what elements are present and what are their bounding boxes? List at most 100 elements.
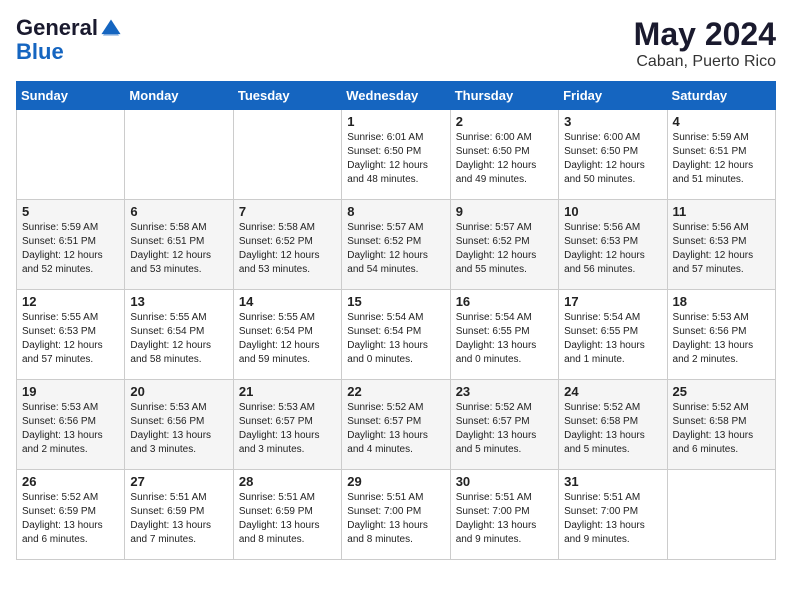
calendar-cell: 3 Sunrise: 6:00 AMSunset: 6:50 PMDaylight… <box>559 110 667 200</box>
calendar-cell: 15 Sunrise: 5:54 AMSunset: 6:54 PMDayligh… <box>342 290 450 380</box>
calendar-cell: 20Sunrise: 5:53 AMSunset: 6:56 PMDayligh… <box>125 380 233 470</box>
calendar-header-row: SundayMondayTuesdayWednesdayThursdayFrid… <box>17 82 776 110</box>
day-info: Sunrise: 6:00 AMSunset: 6:50 PMDaylight:… <box>564 131 661 187</box>
day-number: 13 <box>130 294 227 309</box>
calendar-cell: 5 Sunrise: 5:59 AMSunset: 6:51 PMDaylight… <box>17 200 125 290</box>
day-number: 27 <box>130 474 227 489</box>
calendar-cell: 6 Sunrise: 5:58 AMSunset: 6:51 PMDaylight… <box>125 200 233 290</box>
logo-blue: Blue <box>16 40 124 64</box>
header-tuesday: Tuesday <box>233 82 341 110</box>
day-number: 4 <box>673 114 770 129</box>
calendar-cell: 2Sunrise: 6:00 AMSunset: 6:50 PMDaylight… <box>450 110 558 200</box>
day-number: 6 <box>130 204 227 219</box>
calendar-week-3: 12Sunrise: 5:55 AMSunset: 6:53 PMDayligh… <box>17 290 776 380</box>
day-number: 9 <box>456 204 553 219</box>
calendar-cell: 25 Sunrise: 5:52 AMSunset: 6:58 PMDayligh… <box>667 380 775 470</box>
calendar-cell: 24 Sunrise: 5:52 AMSunset: 6:58 PMDayligh… <box>559 380 667 470</box>
calendar-cell: 7Sunrise: 5:58 AMSunset: 6:52 PMDaylight… <box>233 200 341 290</box>
calendar-cell <box>233 110 341 200</box>
calendar-cell: 30 Sunrise: 5:51 AMSunset: 7:00 PMDayligh… <box>450 470 558 560</box>
day-number: 10 <box>564 204 661 219</box>
day-info: Sunrise: 5:58 AMSunset: 6:52 PMDaylight:… <box>239 221 336 277</box>
header-thursday: Thursday <box>450 82 558 110</box>
day-info: Sunrise: 5:51 AMSunset: 6:59 PMDaylight:… <box>130 491 227 547</box>
location-subtitle: Caban, Puerto Rico <box>634 53 776 71</box>
calendar-week-1: 1 Sunrise: 6:01 AMSunset: 6:50 PMDaylight… <box>17 110 776 200</box>
calendar-table: SundayMondayTuesdayWednesdayThursdayFrid… <box>16 81 776 560</box>
day-number: 28 <box>239 474 336 489</box>
calendar-cell: 23 Sunrise: 5:52 AMSunset: 6:57 PMDayligh… <box>450 380 558 470</box>
day-number: 29 <box>347 474 444 489</box>
calendar-cell: 14Sunrise: 5:55 AMSunset: 6:54 PMDayligh… <box>233 290 341 380</box>
day-number: 26 <box>22 474 119 489</box>
calendar-cell: 28Sunrise: 5:51 AMSunset: 6:59 PMDayligh… <box>233 470 341 560</box>
calendar-cell: 16 Sunrise: 5:54 AMSunset: 6:55 PMDayligh… <box>450 290 558 380</box>
day-info: Sunrise: 5:55 AMSunset: 6:53 PMDaylight:… <box>22 311 119 367</box>
calendar-cell: 11Sunrise: 5:56 AMSunset: 6:53 PMDayligh… <box>667 200 775 290</box>
calendar-cell: 31Sunrise: 5:51 AMSunset: 7:00 PMDayligh… <box>559 470 667 560</box>
header-wednesday: Wednesday <box>342 82 450 110</box>
day-info: Sunrise: 5:51 AMSunset: 7:00 PMDaylight:… <box>456 491 553 547</box>
day-info: Sunrise: 5:52 AMSunset: 6:58 PMDaylight:… <box>673 401 770 457</box>
day-number: 5 <box>22 204 119 219</box>
day-info: Sunrise: 6:01 AMSunset: 6:50 PMDaylight:… <box>347 131 444 187</box>
day-info: Sunrise: 5:52 AMSunset: 6:58 PMDaylight:… <box>564 401 661 457</box>
day-info: Sunrise: 5:52 AMSunset: 6:57 PMDaylight:… <box>456 401 553 457</box>
day-info: Sunrise: 5:52 AMSunset: 6:59 PMDaylight:… <box>22 491 119 547</box>
calendar-week-5: 26 Sunrise: 5:52 AMSunset: 6:59 PMDayligh… <box>17 470 776 560</box>
header-monday: Monday <box>125 82 233 110</box>
day-number: 25 <box>673 384 770 399</box>
day-info: Sunrise: 5:54 AMSunset: 6:54 PMDaylight:… <box>347 311 444 367</box>
day-number: 30 <box>456 474 553 489</box>
calendar-cell: 27 Sunrise: 5:51 AMSunset: 6:59 PMDayligh… <box>125 470 233 560</box>
logo-text: General <box>16 15 124 40</box>
day-info: Sunrise: 5:55 AMSunset: 6:54 PMDaylight:… <box>130 311 227 367</box>
day-info: Sunrise: 5:51 AMSunset: 7:00 PMDaylight:… <box>347 491 444 547</box>
day-number: 22 <box>347 384 444 399</box>
day-info: Sunrise: 5:57 AMSunset: 6:52 PMDaylight:… <box>347 221 444 277</box>
calendar-cell <box>125 110 233 200</box>
calendar-cell: 4 Sunrise: 5:59 AMSunset: 6:51 PMDaylight… <box>667 110 775 200</box>
calendar-cell: 18Sunrise: 5:53 AMSunset: 6:56 PMDayligh… <box>667 290 775 380</box>
day-number: 2 <box>456 114 553 129</box>
day-number: 11 <box>673 204 770 219</box>
day-info: Sunrise: 5:59 AMSunset: 6:51 PMDaylight:… <box>22 221 119 277</box>
day-info: Sunrise: 5:58 AMSunset: 6:51 PMDaylight:… <box>130 221 227 277</box>
calendar-cell: 10Sunrise: 5:56 AMSunset: 6:53 PMDayligh… <box>559 200 667 290</box>
day-info: Sunrise: 5:57 AMSunset: 6:52 PMDaylight:… <box>456 221 553 277</box>
day-number: 20 <box>130 384 227 399</box>
day-info: Sunrise: 5:53 AMSunset: 6:56 PMDaylight:… <box>673 311 770 367</box>
day-number: 19 <box>22 384 119 399</box>
title-block: May 2024 Caban, Puerto Rico <box>634 16 776 71</box>
day-number: 3 <box>564 114 661 129</box>
day-info: Sunrise: 5:54 AMSunset: 6:55 PMDaylight:… <box>564 311 661 367</box>
calendar-week-2: 5 Sunrise: 5:59 AMSunset: 6:51 PMDaylight… <box>17 200 776 290</box>
day-info: Sunrise: 5:54 AMSunset: 6:55 PMDaylight:… <box>456 311 553 367</box>
calendar-cell: 19Sunrise: 5:53 AMSunset: 6:56 PMDayligh… <box>17 380 125 470</box>
day-number: 17 <box>564 294 661 309</box>
calendar-cell: 29 Sunrise: 5:51 AMSunset: 7:00 PMDayligh… <box>342 470 450 560</box>
day-number: 15 <box>347 294 444 309</box>
day-info: Sunrise: 5:59 AMSunset: 6:51 PMDaylight:… <box>673 131 770 187</box>
header-saturday: Saturday <box>667 82 775 110</box>
logo: General Blue <box>16 16 124 64</box>
calendar-cell: 1 Sunrise: 6:01 AMSunset: 6:50 PMDaylight… <box>342 110 450 200</box>
calendar-cell: 9 Sunrise: 5:57 AMSunset: 6:52 PMDaylight… <box>450 200 558 290</box>
calendar-cell: 13 Sunrise: 5:55 AMSunset: 6:54 PMDayligh… <box>125 290 233 380</box>
day-number: 24 <box>564 384 661 399</box>
calendar-cell: 8Sunrise: 5:57 AMSunset: 6:52 PMDaylight… <box>342 200 450 290</box>
day-number: 1 <box>347 114 444 129</box>
day-info: Sunrise: 5:52 AMSunset: 6:57 PMDaylight:… <box>347 401 444 457</box>
month-year-title: May 2024 <box>634 16 776 53</box>
page-header: General Blue May 2024 Caban, Puerto Rico <box>16 16 776 71</box>
day-info: Sunrise: 5:55 AMSunset: 6:54 PMDaylight:… <box>239 311 336 367</box>
calendar-cell <box>667 470 775 560</box>
day-number: 16 <box>456 294 553 309</box>
calendar-cell: 17 Sunrise: 5:54 AMSunset: 6:55 PMDayligh… <box>559 290 667 380</box>
day-number: 21 <box>239 384 336 399</box>
calendar-cell: 26 Sunrise: 5:52 AMSunset: 6:59 PMDayligh… <box>17 470 125 560</box>
calendar-cell: 21 Sunrise: 5:53 AMSunset: 6:57 PMDayligh… <box>233 380 341 470</box>
day-info: Sunrise: 5:53 AMSunset: 6:57 PMDaylight:… <box>239 401 336 457</box>
day-number: 31 <box>564 474 661 489</box>
day-number: 23 <box>456 384 553 399</box>
